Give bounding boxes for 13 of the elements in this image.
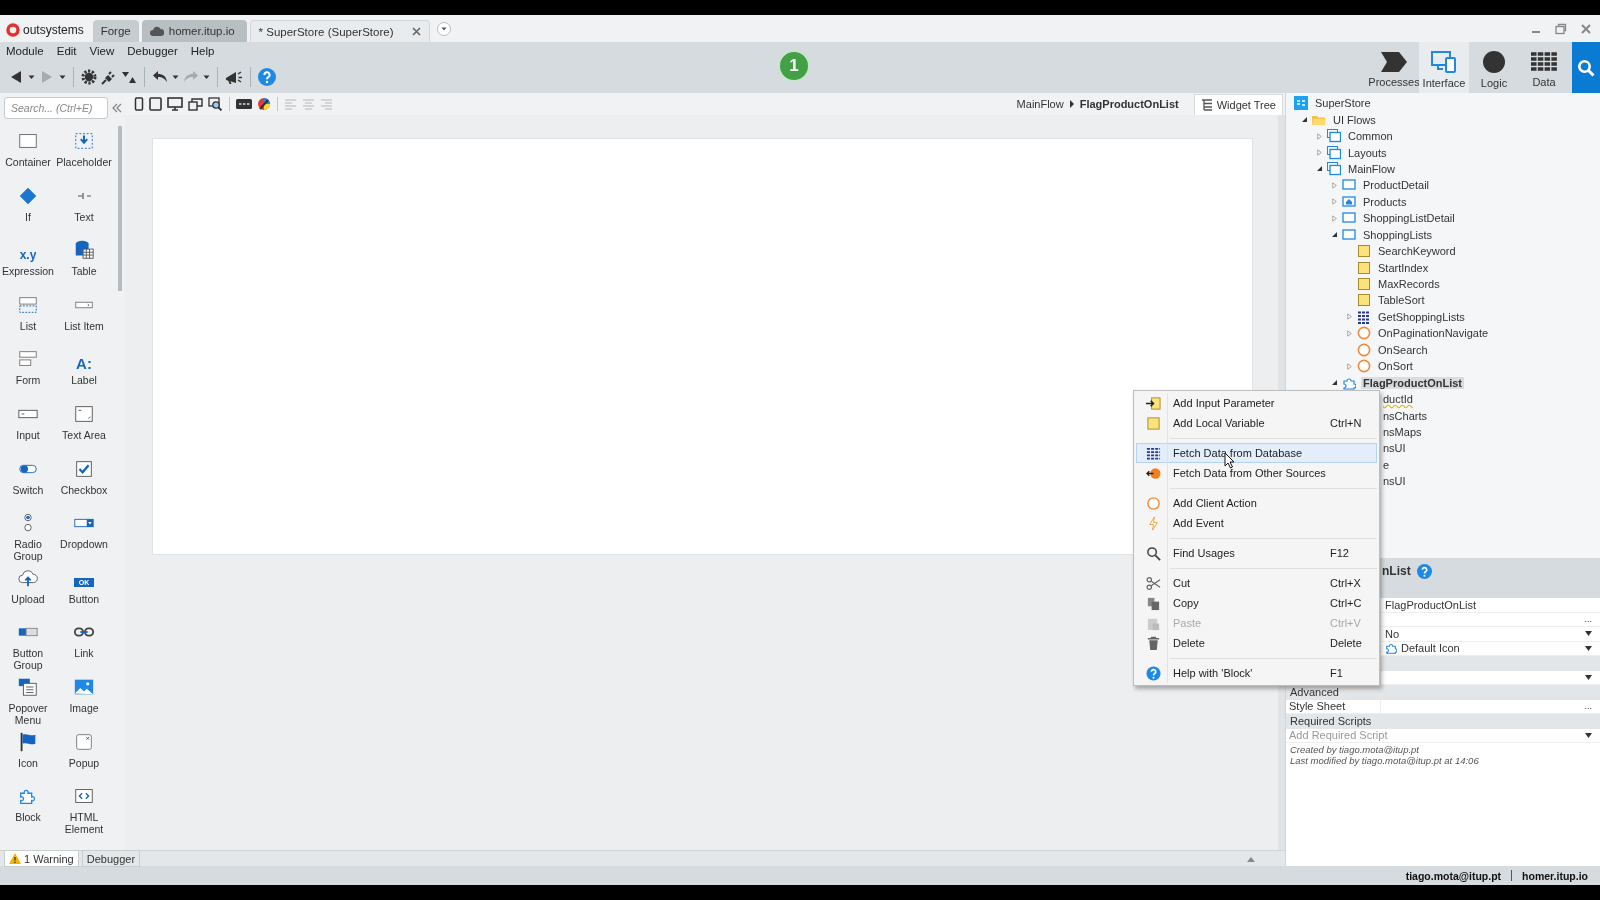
- expression-icon: x.y: [19, 249, 37, 262]
- user-email: tiago.mota@itup.pt: [1405, 869, 1502, 882]
- audit-note: Last modified by tiago.mota@itup.pt at 14:06: [1290, 755, 1480, 766]
- property-label: Style Sheet: [1289, 700, 1346, 713]
- audit-note: Created by tiago.mota@itup.pt: [1290, 744, 1420, 755]
- properties-title: nList: [1382, 564, 1411, 579]
- step-badge: 1: [778, 50, 810, 82]
- breadcrumb-current: FlagProductOnList: [1079, 98, 1179, 110]
- server-name: homer.itup.io: [1522, 869, 1588, 882]
- section-header: Required Scripts: [1286, 714, 1600, 729]
- section-header: Advanced: [1286, 685, 1600, 700]
- logo-text: outsystems: [23, 23, 84, 37]
- label-icon: A:: [76, 356, 92, 372]
